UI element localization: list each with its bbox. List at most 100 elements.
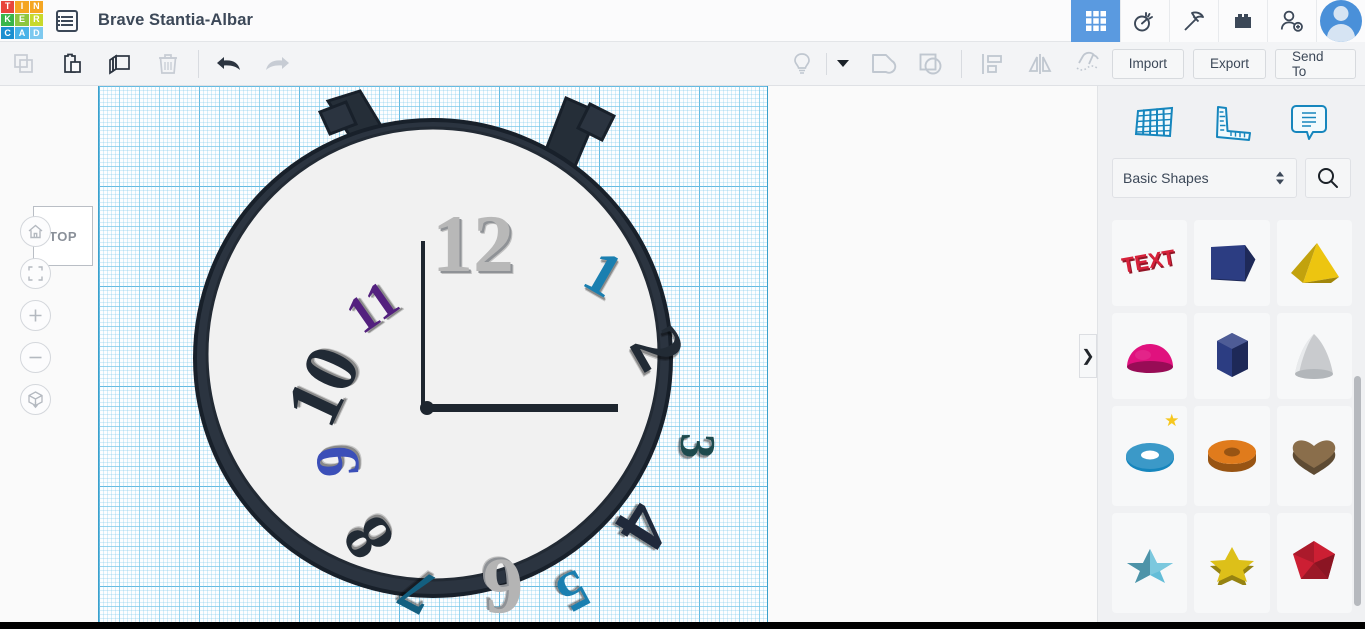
edit-toolbar: Import Export Send To [0,42,1365,86]
send-to-button[interactable]: Send To [1275,48,1356,79]
clock-numeral-12[interactable]: 12 [432,203,514,285]
zoom-out-button[interactable] [20,342,51,373]
shape-tools [778,42,1112,86]
shape-category-value: Basic Shapes [1123,170,1209,186]
logo-tile-d: D [29,27,43,40]
shape-panel-scrollbar[interactable] [1354,376,1361,606]
duplicate-button[interactable] [96,42,144,86]
lightbulb-icon [793,52,810,74]
shape-hex-prism[interactable] [1194,313,1270,399]
design-canvas[interactable]: 12 1 2 3 4 5 6 7 8 9 10 11 TOP [0,86,1097,629]
shape-library-grid[interactable]: TEXT TEXT ★ [1098,214,1365,629]
chevron-down-icon [836,60,849,67]
logo-tile-c: C [1,27,15,40]
zoom-in-button[interactable] [20,300,51,331]
shape-wedge[interactable] [1194,220,1270,306]
clipboard-tools [0,42,192,86]
perspective-toggle-button[interactable] [20,384,51,415]
undo-button[interactable] [205,42,253,86]
align-button[interactable] [968,42,1016,86]
group-button[interactable] [859,42,907,86]
cube-perspective-icon [28,391,43,409]
shape-polyhedron[interactable] [1276,513,1352,613]
search-icon [1318,168,1338,188]
favorite-star-icon: ★ [1164,411,1180,430]
project-menu-button[interactable] [44,0,90,42]
select-arrows-icon [1276,171,1284,185]
gallery-tab-button[interactable] [1071,0,1120,42]
tinkercad-logo[interactable]: TIN KER CAD [0,0,44,42]
shape-row: ★ [1112,406,1352,506]
logo-tile-a: A [15,27,29,40]
shape-pyramid[interactable] [1276,220,1352,306]
notes-tab-button[interactable] [1283,100,1335,146]
home-icon [28,224,43,239]
ruler-icon [1215,106,1251,141]
minus-icon [29,356,42,359]
duplicate-icon [109,53,130,75]
clock-center-pin [420,401,434,415]
clock-model[interactable]: 12 1 2 3 4 5 6 7 8 9 10 11 [98,86,768,629]
mirror-button[interactable] [1016,42,1064,86]
shape-text[interactable]: TEXT TEXT [1112,220,1188,306]
copy-button[interactable] [0,42,48,86]
toolbar-divider [198,49,199,78]
shape-search-button[interactable] [1305,158,1351,198]
redo-arrow-icon [265,56,289,70]
clock-minute-hand [421,241,425,408]
delete-button[interactable] [144,42,192,86]
circuits-button[interactable] [1120,0,1169,42]
group-shapes-icon [871,53,896,74]
paste-button[interactable] [48,42,96,86]
notes-icon [1290,105,1327,140]
shape-heart[interactable] [1276,406,1352,506]
logo-tile-t: T [1,0,15,13]
import-button[interactable]: Import [1111,48,1184,79]
panel-tool-tabs [1098,86,1365,156]
panel-collapse-button[interactable]: ❯ [1079,334,1097,378]
user-account-button[interactable] [1316,0,1365,42]
align-icon [981,53,1002,74]
export-button[interactable]: Export [1192,48,1266,79]
tinkercad-app: TINKERCAD Brave Stantia-Albar Import Exp… [0,0,1365,629]
shape-category-row: Basic Shapes [1098,158,1365,198]
clock-numeral-9[interactable]: 9 [303,443,373,479]
shape-tube[interactable] [1194,406,1270,506]
undo-arrow-icon [216,56,240,70]
shape-hemisphere[interactable] [1112,313,1188,399]
shape-cone[interactable] [1276,313,1352,399]
mirror-flip-icon [1028,53,1052,74]
clock-numeral-3[interactable]: 3 [670,433,727,460]
shape-category-select[interactable]: Basic Shapes [1112,158,1297,198]
logo-tile-i: I [15,0,29,13]
workplane-tab-button[interactable] [1129,100,1181,146]
blocks-button[interactable] [1218,0,1267,42]
ruler-tab-button[interactable] [1206,100,1258,146]
light-button[interactable] [778,42,826,86]
app-header: TIN KER CAD Brave Stantia-Albar [0,0,1365,42]
clock-face [205,126,661,582]
magnet-icon [1076,51,1099,71]
redo-button[interactable] [253,42,301,86]
history-tools [205,42,301,86]
shape-torus[interactable]: ★ [1112,406,1188,506]
fit-to-view-button[interactable] [20,258,51,289]
codeblocks-button[interactable] [1169,0,1218,42]
home-view-button[interactable] [20,216,51,247]
ungroup-button[interactable] [907,42,955,86]
page-title: Brave Stantia-Albar [98,11,254,29]
magnet-button[interactable] [1064,42,1112,86]
pickaxe-icon [1184,10,1204,31]
shape-star[interactable] [1194,513,1270,613]
grid-gallery-icon [1086,10,1106,31]
shape-star-3d[interactable] [1112,513,1188,613]
ungroup-shapes-icon [919,53,942,74]
light-dropdown-button[interactable] [827,42,859,86]
clock-numeral-6[interactable]: 6 [481,541,524,629]
header-actions [1071,0,1365,42]
plus-icon [29,309,42,322]
list-icon [56,9,78,32]
logo-tile-r: R [29,13,43,27]
shapes-panel: Basic Shapes TEXT TEXT ★ [1097,86,1365,629]
invite-button[interactable] [1267,0,1316,42]
